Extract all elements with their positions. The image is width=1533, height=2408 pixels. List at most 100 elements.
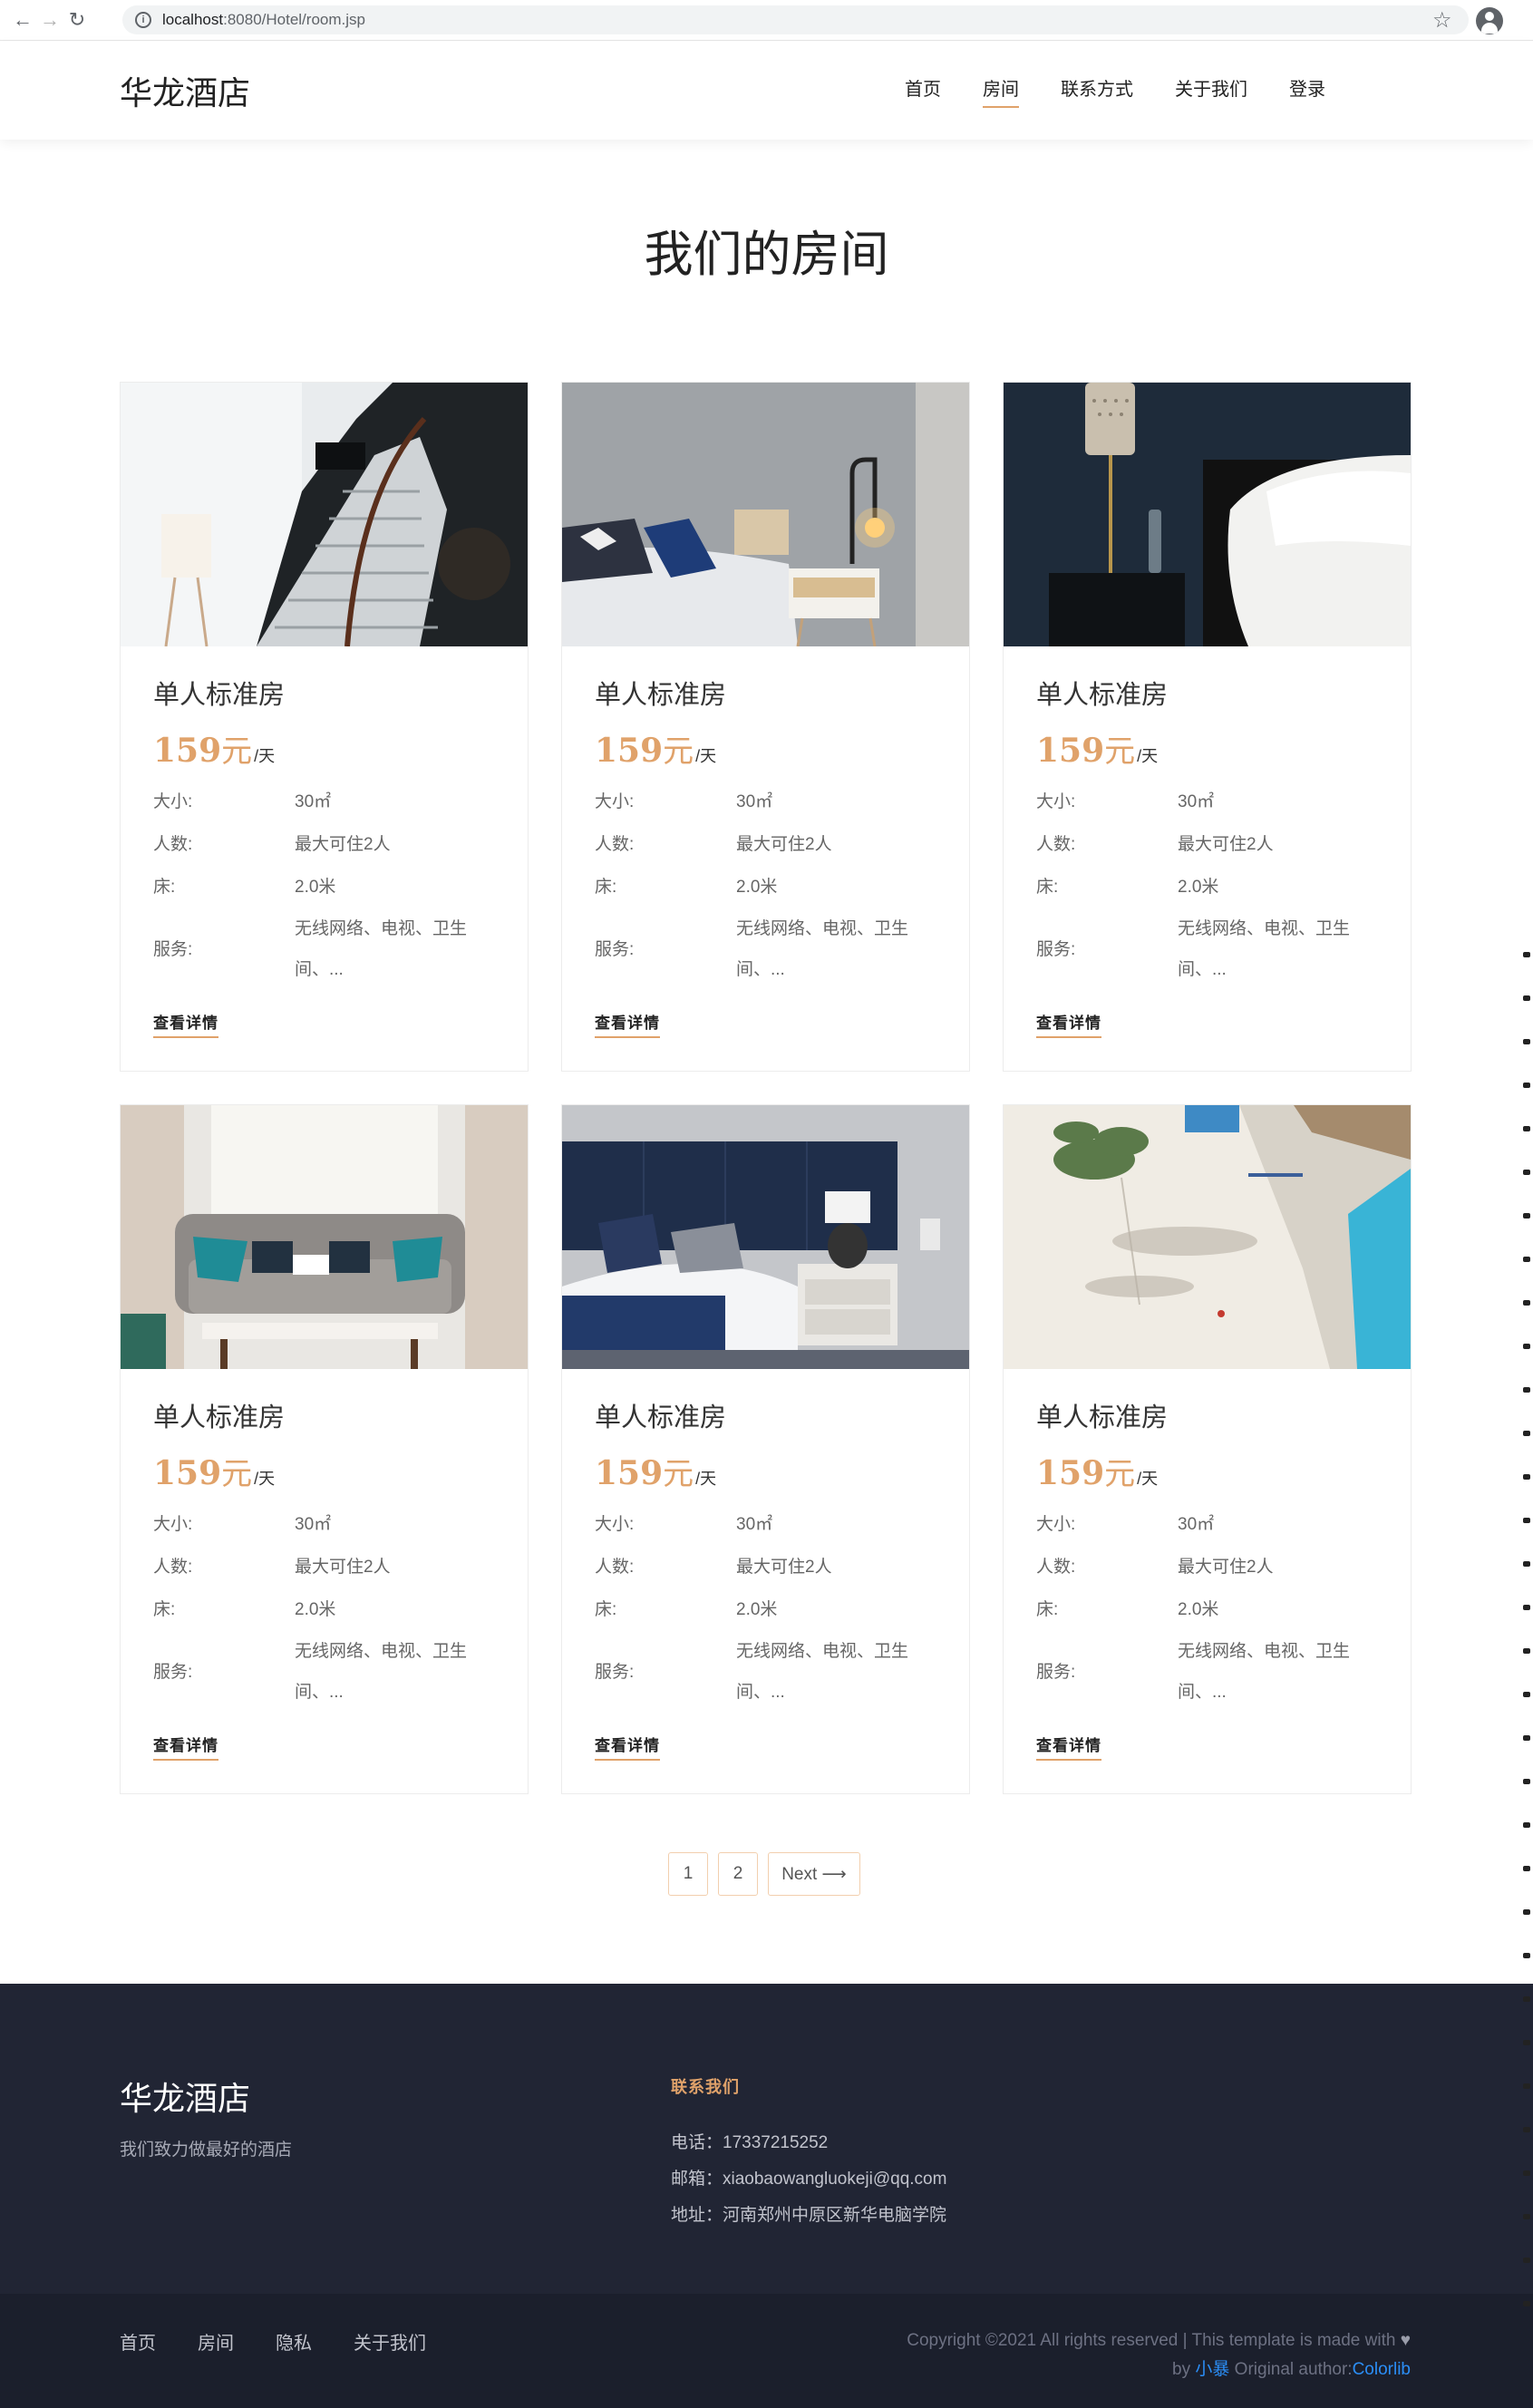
room-photo-beach-aerial[interactable] <box>1004 1105 1411 1369</box>
price-per: /天 <box>1137 1470 1159 1488</box>
view-details-link[interactable]: 查看详情 <box>595 1010 660 1038</box>
spec-value: 2.0米 <box>736 878 778 897</box>
site-logo[interactable]: 华龙酒店 <box>120 67 250 114</box>
price-per: /天 <box>695 1470 717 1488</box>
next-page-button[interactable]: Next ⟶ <box>768 1852 860 1896</box>
footer-nav: 首页 房间 隐私 关于我们 <box>120 2328 468 2355</box>
url-path: :8080/Hotel/room.jsp <box>223 11 365 28</box>
nav-item-2[interactable]: 联系方式 <box>1061 74 1133 106</box>
spec-service: 服务: 无线网络、电视、卫生间、... <box>1036 908 1378 990</box>
spec-size: 大小: 30㎡ <box>153 1503 495 1546</box>
room-name: 单人标准房 <box>1036 1402 1169 1432</box>
spec-value: 最大可住2人 <box>1178 835 1274 854</box>
view-details-link[interactable]: 查看详情 <box>1036 1010 1101 1038</box>
spec-people: 人数: 最大可住2人 <box>153 823 495 866</box>
room-photo-bed-lamp[interactable] <box>562 383 969 646</box>
spec-bed: 床: 2.0米 <box>595 866 936 908</box>
bookmark-star-icon[interactable]: ☆ <box>1432 7 1452 34</box>
spec-bed: 床: 2.0米 <box>1036 866 1378 908</box>
spec-bed: 床: 2.0米 <box>153 866 495 908</box>
profile-avatar-icon[interactable] <box>1476 7 1503 34</box>
footer-nav-item-0[interactable]: 首页 <box>120 2328 156 2355</box>
nav-item-1[interactable]: 房间 <box>983 74 1019 108</box>
room-name: 单人标准房 <box>595 679 727 710</box>
footer: 华龙酒店 我们致力做最好的酒店 联系我们 电话：17337215252 邮箱：x… <box>0 1984 1533 2294</box>
spec-label: 床: <box>595 1600 617 1619</box>
spec-label: 服务: <box>1036 1662 1076 1682</box>
footer-nav-item-3[interactable]: 关于我们 <box>354 2328 426 2355</box>
spec-label: 服务: <box>595 1662 635 1682</box>
browser-toolbar: ← → ↻ i localhost:8080/Hotel/room.jsp ☆ <box>0 0 1533 41</box>
room-name: 单人标准房 <box>1036 679 1169 710</box>
spec-value: 2.0米 <box>1178 878 1219 897</box>
room-name: 单人标准房 <box>153 1402 286 1432</box>
room-name: 单人标准房 <box>595 1402 727 1432</box>
room-name: 单人标准房 <box>153 679 286 710</box>
view-details-link[interactable]: 查看详情 <box>1036 1733 1101 1761</box>
heart-icon: ♥ <box>1400 2331 1411 2350</box>
room-card: 单人标准房 159 元/天 大小: 30㎡ 人数: 最大可住2人 床: 2.0米 服务: 无线网络、… <box>561 1104 970 1794</box>
room-photo-staircase[interactable] <box>121 383 528 646</box>
room-photo-navy-bedroom[interactable] <box>562 1105 969 1369</box>
nav-item-0[interactable]: 首页 <box>905 74 941 106</box>
author-link[interactable]: 小暴 <box>1195 2360 1229 2379</box>
spec-bed: 床: 2.0米 <box>1036 1588 1378 1631</box>
spec-people: 人数: 最大可住2人 <box>1036 1546 1378 1588</box>
room-photo-sofa-living-room[interactable] <box>121 1105 528 1369</box>
spec-label: 服务: <box>1036 939 1076 959</box>
contact-address: 地址：河南郑州中原区新华电脑学院 <box>671 2206 947 2225</box>
spec-value: 最大可住2人 <box>295 835 391 854</box>
copyright: Copyright ©2021 All rights reserved | Th… <box>907 2326 1411 2384</box>
contact-phone: 电话：17337215252 <box>671 2133 829 2152</box>
price-currency: 元 <box>221 733 253 770</box>
spec-label: 大小: <box>595 792 635 811</box>
price-currency: 元 <box>221 1456 253 1492</box>
spec-value: 30㎡ <box>736 792 773 811</box>
price-row: 159 元/天 <box>1036 1449 1378 1492</box>
view-details-link[interactable]: 查看详情 <box>153 1733 218 1761</box>
spec-value: 30㎡ <box>1178 1515 1215 1534</box>
spec-value: 30㎡ <box>736 1515 773 1534</box>
nav-item-4[interactable]: 登录 <box>1289 74 1325 106</box>
price-row: 159 元/天 <box>153 726 495 770</box>
page-button-2[interactable]: 2 <box>718 1852 758 1896</box>
footer-bottom: 首页 房间 隐私 关于我们 Copyright ©2021 All rights re… <box>0 2294 1533 2408</box>
copyright-text: Copyright ©2021 All rights reserved | Th… <box>907 2331 1396 2350</box>
spec-service: 服务: 无线网络、电视、卫生间、... <box>153 908 495 990</box>
site-header: 华龙酒店 首页 房间 联系方式 关于我们 登录 <box>0 42 1533 140</box>
forward-arrow-icon[interactable]: → <box>36 6 63 34</box>
spec-people: 人数: 最大可住2人 <box>595 1546 936 1588</box>
page-button-1[interactable]: 1 <box>668 1852 708 1896</box>
view-details-link[interactable]: 查看详情 <box>153 1010 218 1038</box>
spec-label: 人数: <box>153 1558 193 1577</box>
footer-tagline: 我们致力做最好的酒店 <box>120 2141 293 2160</box>
spec-label: 床: <box>1036 878 1059 897</box>
colorlib-link[interactable]: Colorlib <box>1353 2360 1411 2379</box>
main-nav: 首页 房间 联系方式 关于我们 登录 <box>884 74 1346 108</box>
spec-value: 无线网络、电视、卫生间、... <box>295 919 468 979</box>
footer-nav-item-2[interactable]: 隐私 <box>276 2328 312 2355</box>
price-currency: 元 <box>1104 1456 1136 1492</box>
spec-value: 2.0米 <box>295 878 336 897</box>
nav-item-3[interactable]: 关于我们 <box>1175 74 1247 106</box>
footer-logo: 华龙酒店 <box>120 2081 251 2118</box>
original-author-label: Original author: <box>1234 2360 1353 2379</box>
room-card: 单人标准房 159 元/天 大小: 30㎡ 人数: 最大可住2人 床: 2.0米 服务: 无线网络、… <box>561 382 970 1072</box>
copyright-by: by <box>1172 2360 1191 2379</box>
spec-value: 最大可住2人 <box>736 1558 832 1577</box>
address-bar[interactable]: i localhost:8080/Hotel/room.jsp <box>122 5 1469 34</box>
spec-label: 大小: <box>595 1515 635 1534</box>
spec-value: 30㎡ <box>295 792 332 811</box>
spec-value: 无线网络、电视、卫生间、... <box>295 1642 468 1702</box>
footer-nav-item-1[interactable]: 房间 <box>198 2328 234 2355</box>
reload-icon[interactable]: ↻ <box>63 6 91 34</box>
view-details-link[interactable]: 查看详情 <box>595 1733 660 1761</box>
info-icon[interactable]: i <box>135 12 151 28</box>
price-currency: 元 <box>663 1456 694 1492</box>
spec-value: 无线网络、电视、卫生间、... <box>1178 1642 1351 1702</box>
price-currency: 元 <box>663 733 694 770</box>
spec-service: 服务: 无线网络、电视、卫生间、... <box>595 908 936 990</box>
back-arrow-icon[interactable]: ← <box>9 6 36 34</box>
room-photo-dark-bedroom[interactable] <box>1004 383 1411 646</box>
spec-value: 最大可住2人 <box>736 835 832 854</box>
